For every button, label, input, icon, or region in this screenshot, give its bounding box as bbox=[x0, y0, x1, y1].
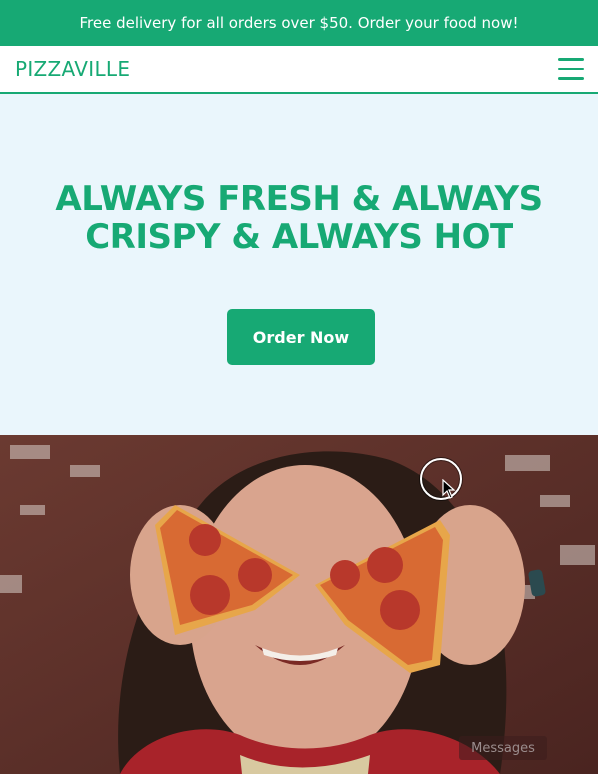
hamburger-menu-icon[interactable] bbox=[558, 58, 584, 80]
navbar: PIZZAVILLE bbox=[0, 46, 598, 94]
promo-banner: Free delivery for all orders over $50. O… bbox=[0, 0, 598, 46]
hero-title-line-2: CRISPY & ALWAYS HOT bbox=[85, 217, 513, 257]
order-now-button[interactable]: Order Now bbox=[227, 309, 375, 365]
promo-text: Free delivery for all orders over $50. O… bbox=[79, 14, 519, 32]
pizza-person-image bbox=[0, 435, 598, 774]
hero-photo bbox=[0, 435, 598, 774]
hero-title: ALWAYS FRESH & ALWAYS CRISPY & ALWAYS HO… bbox=[30, 180, 568, 256]
hero-section: ALWAYS FRESH & ALWAYS CRISPY & ALWAYS HO… bbox=[0, 94, 598, 435]
site-logo[interactable]: PIZZAVILLE bbox=[15, 57, 130, 81]
messages-button[interactable]: Messages bbox=[459, 736, 547, 760]
mouse-pointer-icon bbox=[442, 479, 456, 499]
hero-title-line-1: ALWAYS FRESH & ALWAYS bbox=[55, 179, 543, 219]
